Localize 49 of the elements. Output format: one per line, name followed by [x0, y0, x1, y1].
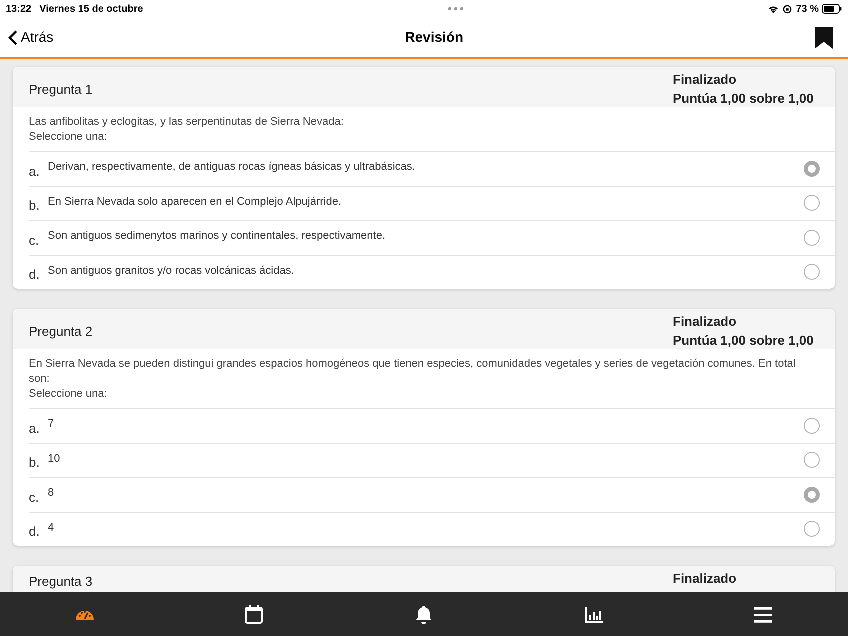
radio-button[interactable]: [804, 195, 820, 212]
chevron-left-icon: [8, 30, 18, 46]
multitasking-dots-icon[interactable]: [448, 7, 464, 11]
radio-button[interactable]: [804, 230, 820, 246]
radio-button[interactable]: [804, 452, 820, 468]
option-text: Son antiguos granitos y/o rocas volcánicas ácidas.: [48, 264, 296, 278]
option-text: 7: [48, 417, 56, 432]
question-prompt: Seleccione una:: [29, 387, 108, 402]
option-letter: b.: [29, 454, 41, 472]
option-letter: b.: [29, 197, 41, 215]
question-text: En Sierra Nevada se pueden distingui grandes espacios homogéneos que tienen especies, comunidades vegetales y series de vegetación comunes. En total son:: [29, 357, 797, 387]
option-letter: c.: [29, 488, 40, 506]
question-text: Las anfibolitas y eclogitas, y las serpentinutas de Sierra Nevada:: [29, 115, 345, 130]
option-text: 8: [48, 486, 56, 501]
battery-icon: [822, 4, 842, 14]
back-label: Atrás: [21, 28, 54, 47]
wifi-icon: [768, 4, 780, 14]
option-letter: a.: [29, 162, 41, 180]
question-grade: Puntúa 1,00 sobre 1,00: [673, 332, 815, 350]
option-text: En Sierra Nevada solo aparecen en el Complejo Alpujárride.: [48, 194, 343, 210]
option-letter: c.: [29, 232, 40, 250]
bookmark-icon[interactable]: [815, 26, 833, 48]
option-letter: a.: [29, 420, 41, 438]
calendar-icon[interactable]: [243, 604, 266, 624]
radio-button[interactable]: [804, 160, 820, 177]
question-title: Pregunta 1: [29, 81, 94, 99]
back-button[interactable]: Atrás: [0, 27, 54, 48]
option-text: Son antiguos sedimenytos marinos y continentales, respectivamente.: [48, 229, 387, 244]
question-prompt: Seleccione una:: [29, 130, 108, 145]
page-title: Revisión: [405, 28, 464, 47]
rotation-lock-icon: [783, 4, 792, 14]
option-text: Derivan, respectivamente, de antiguas rocas ígneas básicas y ultrabásicas.: [48, 160, 416, 175]
question-state: Finalizado: [673, 313, 738, 331]
question-state: Finalizado: [673, 71, 738, 89]
status-time: 13:22: [6, 2, 32, 16]
radio-button[interactable]: [804, 521, 820, 538]
radio-button[interactable]: [804, 264, 820, 280]
radio-button[interactable]: [804, 418, 820, 434]
question-grade: Puntúa 1,00 sobre 1,00: [673, 90, 815, 108]
question-state: Finalizado: [673, 570, 738, 588]
battery-percent: 73 %: [796, 2, 819, 16]
question-title: Pregunta 2: [29, 323, 94, 341]
radio-button[interactable]: [804, 486, 820, 503]
option-letter: d.: [29, 266, 41, 284]
option-text: 10: [48, 452, 62, 466]
option-text: 4: [48, 520, 56, 536]
status-date: Viernes 15 de octubre: [40, 2, 144, 16]
question-title: Pregunta 3: [29, 573, 94, 591]
option-letter: d.: [29, 523, 41, 541]
